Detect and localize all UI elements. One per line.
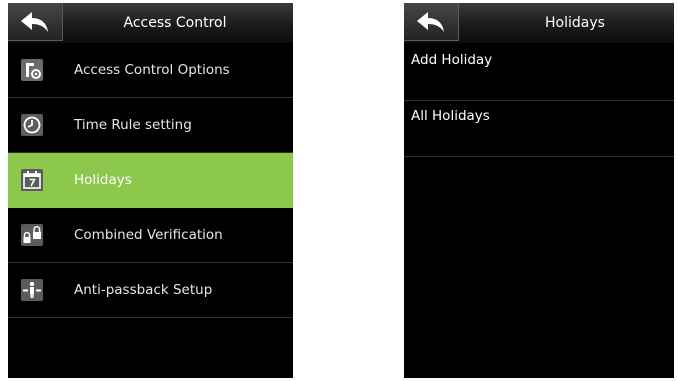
page-title: Holidays [545, 15, 605, 31]
back-arrow-icon [21, 12, 48, 32]
menu-item-anti-passback-setup[interactable]: Anti-passback Setup [8, 263, 293, 318]
titlebar: Access Control [8, 3, 293, 43]
access-control-options-icon [21, 59, 43, 81]
add-holiday-label: Add Holiday [411, 52, 493, 68]
titlebar: Holidays [404, 3, 674, 43]
menu-item-label: Combined Verification [74, 227, 223, 243]
holidays-screen: Holidays Add Holiday All Holidays [404, 3, 674, 378]
combined-verification-icon [21, 224, 43, 246]
add-holiday-item[interactable]: Add Holiday [404, 45, 674, 101]
access-control-screen: Access Control Access Control Options Ti… [8, 3, 293, 378]
anti-passback-icon [21, 279, 43, 301]
back-button[interactable] [8, 3, 63, 41]
menu-item-label: Holidays [74, 172, 132, 188]
page-title: Access Control [123, 15, 227, 31]
all-holidays-item[interactable]: All Holidays [404, 101, 674, 157]
all-holidays-label: All Holidays [411, 108, 490, 124]
menu-item-holidays[interactable]: Holidays [8, 153, 293, 208]
menu-item-combined-verification[interactable]: Combined Verification [8, 208, 293, 263]
menu-item-label: Anti-passback Setup [74, 282, 213, 298]
menu-item-access-control-options[interactable]: Access Control Options [8, 43, 293, 98]
menu-item-label: Access Control Options [74, 62, 230, 78]
back-button[interactable] [404, 3, 459, 41]
back-arrow-icon [417, 12, 444, 32]
calendar-icon [21, 169, 43, 191]
menu-item-label: Time Rule setting [74, 117, 192, 133]
clock-icon [21, 114, 43, 136]
menu-item-time-rule-setting[interactable]: Time Rule setting [8, 98, 293, 153]
